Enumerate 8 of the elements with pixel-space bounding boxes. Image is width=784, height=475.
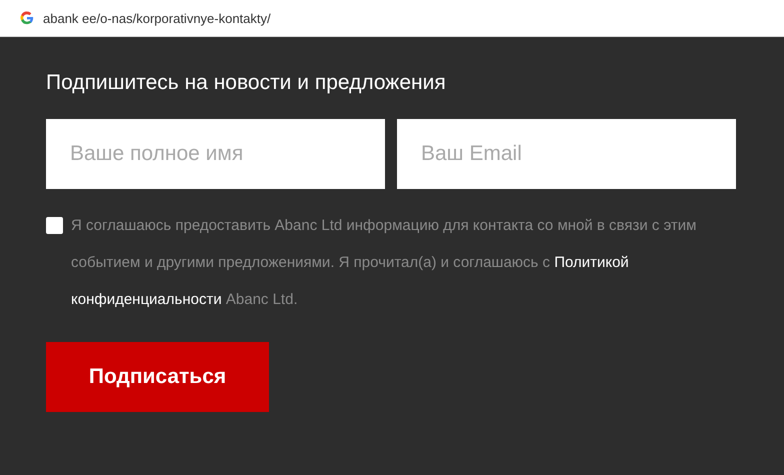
section-title: Подпишитесь на новости и предложения — [46, 71, 447, 95]
consent-text: Я соглашаюсь предоставить Abanc Ltd информацию для контакта со мной в связи с этим событием и другими предложениями. Я прочитал(а) и соглашаюсь с Политикой конфиденциальности Abanc Ltd. — [71, 216, 698, 310]
consent-checkbox[interactable] — [46, 217, 63, 234]
input-field[interactable]: Ваш Email — [397, 119, 736, 189]
subscribe-button[interactable]: Подписаться — [46, 342, 269, 412]
input-field[interactable]: Ваше полное имя — [46, 119, 385, 189]
address-text[interactable]: abank ee/o-nas/korporativnye-kontakty/ — [43, 10, 271, 26]
google-icon — [20, 11, 34, 25]
